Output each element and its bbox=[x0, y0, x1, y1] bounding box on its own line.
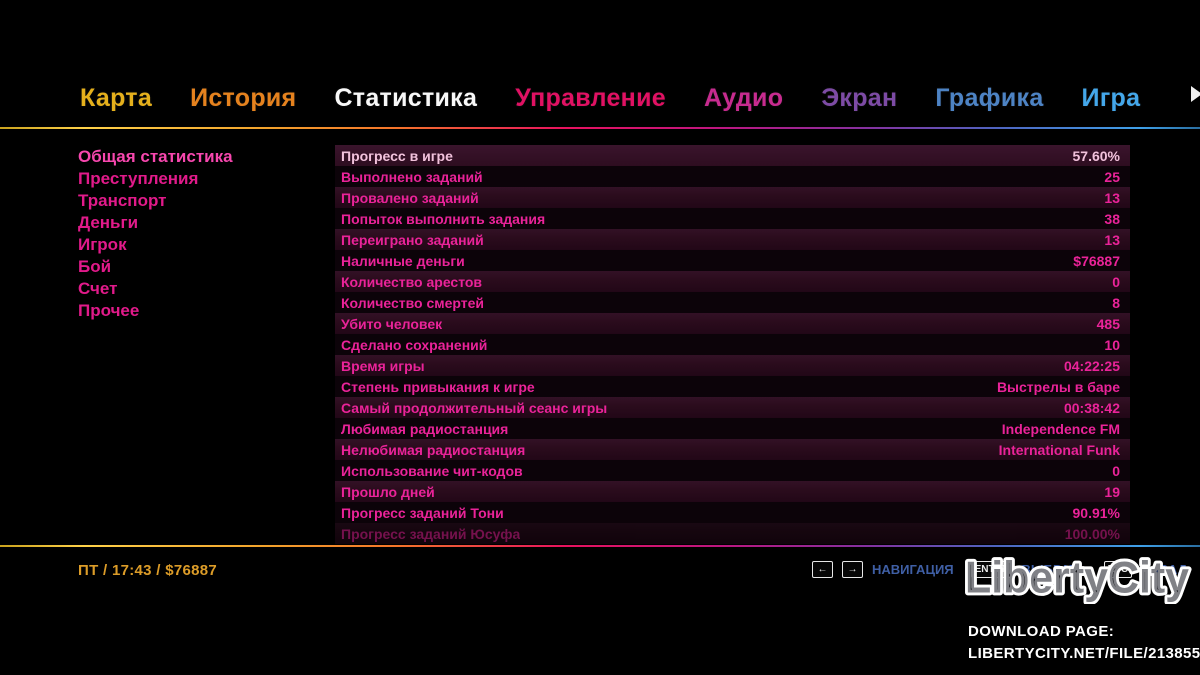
download-page-label: DOWNLOAD PAGE: bbox=[968, 621, 1200, 643]
tab-map[interactable]: Карта bbox=[80, 84, 152, 113]
stat-label: Провалено заданий bbox=[341, 190, 479, 206]
stat-label: Самый продолжительный сеанс игры bbox=[341, 400, 607, 416]
stat-label: Количество смертей bbox=[341, 295, 484, 311]
stat-row-yusuf-progress[interactable]: Прогресс заданий Юсуфа 100.00% bbox=[335, 523, 1130, 544]
stat-row-deaths[interactable]: Количество смертей 8 bbox=[335, 292, 1130, 313]
libertycity-watermark-logo: LibertyCity bbox=[960, 547, 1194, 604]
tab-game[interactable]: Игра bbox=[1082, 84, 1141, 113]
stat-value: 38 bbox=[1104, 211, 1120, 227]
day-time-money-status: ПТ / 17:43 / $76887 bbox=[78, 562, 217, 579]
stat-label: Переиграно заданий bbox=[341, 232, 484, 248]
stat-row-addiction-level[interactable]: Степень привыкания к игре Выстрелы в бар… bbox=[335, 376, 1130, 397]
tab-graphics[interactable]: Графика bbox=[935, 84, 1043, 113]
game-pause-menu: Карта История Статистика Управление Ауди… bbox=[0, 0, 1200, 675]
left-arrow-key-icon: ← bbox=[812, 561, 833, 578]
stat-value: 19 bbox=[1104, 484, 1120, 500]
stat-row-favorite-radio[interactable]: Любимая радиостанция Independence FM bbox=[335, 418, 1130, 439]
stat-row-missions-failed[interactable]: Провалено заданий 13 bbox=[335, 187, 1130, 208]
navigation-hint-label: НАВИГАЦИЯ bbox=[872, 562, 954, 577]
stat-label: Наличные деньги bbox=[341, 253, 465, 269]
sidebar-item-other[interactable]: Прочее bbox=[78, 300, 323, 322]
menu-next-arrow-icon bbox=[1191, 86, 1200, 102]
sidebar-item-general-stats[interactable]: Общая статистика bbox=[78, 146, 323, 168]
sidebar-item-crimes[interactable]: Преступления bbox=[78, 168, 323, 190]
tab-controls[interactable]: Управление bbox=[515, 84, 666, 113]
stat-value: 04:22:25 bbox=[1064, 358, 1120, 374]
stat-label: Прогресс заданий Юсуфа bbox=[341, 526, 520, 542]
sidebar-item-score[interactable]: Счет bbox=[78, 278, 323, 300]
stat-row-cheats-used[interactable]: Использование чит-кодов 0 bbox=[335, 460, 1130, 481]
stat-row-play-time[interactable]: Время игры 04:22:25 bbox=[335, 355, 1130, 376]
stat-value: 10 bbox=[1104, 337, 1120, 353]
tab-statistics[interactable]: Статистика bbox=[334, 84, 477, 113]
stat-label: Степень привыкания к игре bbox=[341, 379, 535, 395]
stat-row-mission-attempts[interactable]: Попыток выполнить задания 38 bbox=[335, 208, 1130, 229]
stat-row-saves-made[interactable]: Сделано сохранений 10 bbox=[335, 334, 1130, 355]
stat-value: 0 bbox=[1112, 274, 1120, 290]
sidebar-item-combat[interactable]: Бой bbox=[78, 256, 323, 278]
stat-row-arrests[interactable]: Количество арестов 0 bbox=[335, 271, 1130, 292]
stat-row-game-progress[interactable]: Прогресс в игре 57.60% bbox=[335, 145, 1130, 166]
stat-label: Количество арестов bbox=[341, 274, 482, 290]
stat-label: Нелюбимая радиостанция bbox=[341, 442, 525, 458]
stats-category-sidebar: Общая статистика Преступления Транспорт … bbox=[78, 146, 323, 322]
stat-value: Independence FM bbox=[1002, 421, 1120, 437]
stat-value: 25 bbox=[1104, 169, 1120, 185]
stat-value: 0 bbox=[1112, 463, 1120, 479]
download-page-watermark: DOWNLOAD PAGE: LIBERTYCITY.NET/FILE/2138… bbox=[968, 621, 1200, 665]
stat-label: Любимая радиостанция bbox=[341, 421, 508, 437]
stat-value: 90.91% bbox=[1073, 505, 1120, 521]
stat-label: Время игры bbox=[341, 358, 425, 374]
stat-value: $76887 bbox=[1073, 253, 1120, 269]
stat-label: Выполнено заданий bbox=[341, 169, 483, 185]
stat-row-days-passed[interactable]: Прошло дней 19 bbox=[335, 481, 1130, 502]
download-page-url: LIBERTYCITY.NET/FILE/213855 bbox=[968, 643, 1200, 665]
stat-label: Использование чит-кодов bbox=[341, 463, 523, 479]
stat-label: Убито человек bbox=[341, 316, 442, 332]
stat-label: Попыток выполнить задания bbox=[341, 211, 545, 227]
tab-separator-gradient-line bbox=[0, 127, 1200, 129]
right-arrow-key-icon: → bbox=[842, 561, 863, 578]
tab-audio[interactable]: Аудио bbox=[704, 84, 783, 113]
stat-label: Прогресс в игре bbox=[341, 148, 453, 164]
stat-row-tony-progress[interactable]: Прогресс заданий Тони 90.91% bbox=[335, 502, 1130, 523]
stat-value: International Funk bbox=[999, 442, 1120, 458]
stat-value: 100.00% bbox=[1065, 526, 1120, 542]
stat-row-missions-completed[interactable]: Выполнено заданий 25 bbox=[335, 166, 1130, 187]
stat-value: 57.60% bbox=[1073, 148, 1120, 164]
stat-value: Выстрелы в баре bbox=[997, 379, 1120, 395]
stat-row-cash[interactable]: Наличные деньги $76887 bbox=[335, 250, 1130, 271]
stat-row-people-killed[interactable]: Убито человек 485 bbox=[335, 313, 1130, 334]
stat-value: 13 bbox=[1104, 232, 1120, 248]
stats-table: Прогресс в игре 57.60% Выполнено заданий… bbox=[335, 145, 1130, 544]
stat-label: Прогресс заданий Тони bbox=[341, 505, 504, 521]
stat-value: 13 bbox=[1104, 190, 1120, 206]
tab-display[interactable]: Экран bbox=[821, 84, 897, 113]
stat-row-least-favorite-radio[interactable]: Нелюбимая радиостанция International Fun… bbox=[335, 439, 1130, 460]
top-tab-bar: Карта История Статистика Управление Ауди… bbox=[80, 84, 1140, 113]
stat-value: 00:38:42 bbox=[1064, 400, 1120, 416]
stat-label: Сделано сохранений bbox=[341, 337, 487, 353]
stat-value: 8 bbox=[1112, 295, 1120, 311]
stat-label: Прошло дней bbox=[341, 484, 435, 500]
stat-value: 485 bbox=[1097, 316, 1120, 332]
sidebar-item-transport[interactable]: Транспорт bbox=[78, 190, 323, 212]
sidebar-item-money[interactable]: Деньги bbox=[78, 212, 323, 234]
stat-row-missions-replayed[interactable]: Переиграно заданий 13 bbox=[335, 229, 1130, 250]
libertycity-logo-text: LibertyCity bbox=[965, 553, 1189, 602]
sidebar-item-player[interactable]: Игрок bbox=[78, 234, 323, 256]
stat-row-longest-session[interactable]: Самый продолжительный сеанс игры 00:38:4… bbox=[335, 397, 1130, 418]
tab-story[interactable]: История bbox=[190, 84, 296, 113]
